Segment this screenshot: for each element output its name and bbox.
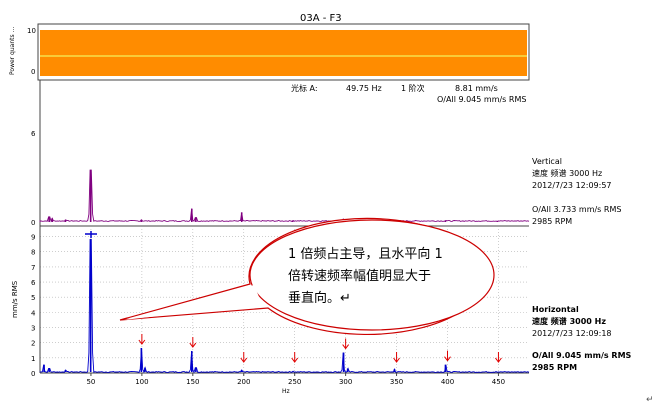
power-ylabel: Power quants ...: [9, 27, 16, 75]
x-tick-50: 50: [86, 378, 95, 386]
x-axis-label: Hz: [282, 388, 290, 395]
h-ytick-9: 9: [31, 234, 35, 242]
vertical-datetime: 2012/7/23 12:09:57: [532, 181, 612, 190]
h-ytick-6: 6: [31, 279, 36, 287]
chart-title: 03A - F3: [300, 13, 342, 24]
cursor-amp: 8.81 mm/s: [455, 84, 498, 93]
callout-line-1: 1 倍频占主导，且水平向 1: [288, 246, 443, 262]
power-tick-10: 10: [27, 27, 36, 35]
vertical-overall: O/All 3.733 mm/s RMS: [532, 205, 621, 214]
vertical-spectrum: [39, 169, 530, 223]
h-ytick-5: 5: [31, 294, 35, 302]
x-tick-300: 300: [339, 378, 352, 386]
return-mark: ↵: [646, 395, 654, 405]
x-tick-150: 150: [186, 378, 199, 386]
x-tick-250: 250: [288, 378, 301, 386]
h-ytick-3: 3: [31, 325, 35, 333]
vertical-tick-6: 6: [31, 130, 36, 138]
horizontal-spectrum-info: 速度 频谱 3000 Hz: [532, 316, 606, 326]
cursor-freq: 49.75 Hz: [346, 84, 382, 93]
vertical-name: Vertical: [532, 157, 562, 166]
horizontal-name: Horizontal: [532, 305, 579, 314]
h-ytick-4: 4: [31, 309, 36, 317]
cursor-overall: O/All 9.045 mm/s RMS: [437, 95, 526, 104]
horizontal-datetime: 2012/7/23 12:09:18: [532, 329, 612, 338]
x-tick-100: 100: [135, 378, 148, 386]
h-ytick-0: 0: [31, 370, 35, 378]
vertical-rpm: 2985 RPM: [532, 217, 572, 226]
vertical-tick-0: 0: [31, 219, 35, 227]
h-ytick-7: 7: [31, 264, 35, 272]
h-ytick-1: 1: [31, 355, 35, 363]
power-tick-0: 0: [31, 68, 35, 76]
cursor-order: 1 阶次: [401, 83, 425, 93]
vertical-spectrum-info: 速度 频谱 3000 Hz: [532, 168, 602, 178]
x-tick-400: 400: [441, 378, 454, 386]
vertical-trace: [39, 169, 530, 223]
horizontal-rpm: 2985 RPM: [532, 363, 577, 372]
callout-tail-cover: [124, 285, 262, 320]
power-band: [40, 30, 527, 76]
cursor-label: 光标 A:: [291, 83, 318, 93]
x-tick-200: 200: [237, 378, 250, 386]
x-tick-450: 450: [492, 378, 505, 386]
callout-line-3: 垂直向。↵: [288, 290, 351, 306]
horizontal-overall: O/All 9.045 mm/s RMS: [532, 351, 632, 360]
horizontal-ylabel: mm/s RMS: [11, 280, 19, 318]
spectrum-chart: 03A - F3 Power quants ... 10 0 光标 A: 49.…: [9, 13, 654, 405]
h-ytick-8: 8: [31, 249, 35, 257]
h-ytick-2: 2: [31, 340, 35, 348]
x-tick-350: 350: [390, 378, 403, 386]
callout-line-2: 倍转速频率幅值明显大于: [288, 268, 431, 284]
